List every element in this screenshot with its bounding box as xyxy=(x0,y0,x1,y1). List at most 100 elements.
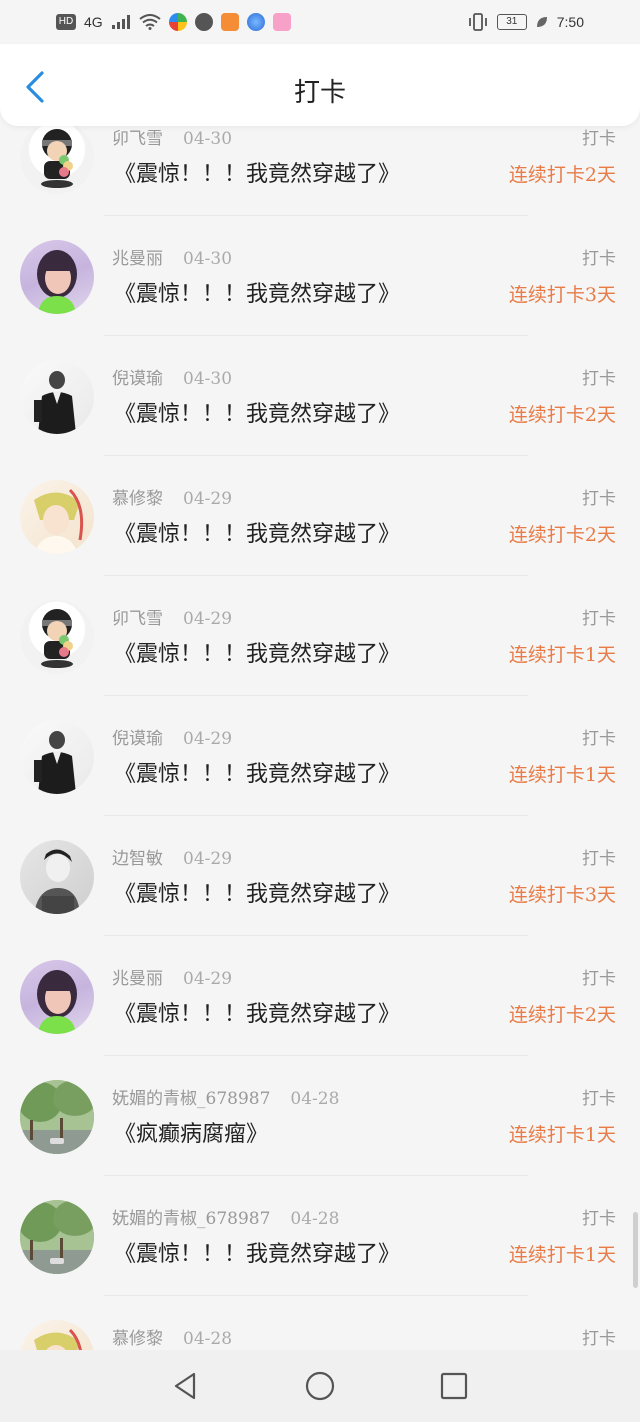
action-label: 打卡 xyxy=(582,1329,616,1349)
checkin-row[interactable]: 妩媚的青椒_678987 04-28 打卡《疯癫病腐瘤》 连续打卡1天 xyxy=(0,1056,640,1176)
user-name: 边智敏 xyxy=(112,849,163,869)
checkin-row[interactable]: 倪谟瑜 04-29 打卡《震惊！！！我竟然穿越了》 连续打卡1天 xyxy=(0,696,640,816)
checkin-row[interactable]: 卯飞雪 04-29 打卡《震惊！！！我竟然穿越了》 连续打卡1天 xyxy=(0,576,640,696)
signal-icon xyxy=(111,15,130,29)
streak-label: 连续打卡3天 xyxy=(508,884,616,906)
action-label: 打卡 xyxy=(582,609,616,629)
checkin-date: 04-29 xyxy=(183,849,233,869)
app-icon-wechat xyxy=(194,13,213,31)
avatar[interactable] xyxy=(20,1200,94,1274)
row-meta: 卯飞雪 04-29 xyxy=(112,604,232,629)
book-title: 《震惊！！！我竟然穿越了》 xyxy=(114,1002,401,1027)
checkin-date: 04-29 xyxy=(183,489,233,509)
book-title: 《震惊！！！我竟然穿越了》 xyxy=(114,402,401,427)
wifi-icon xyxy=(139,14,161,30)
checkin-date: 04-28 xyxy=(290,1209,340,1229)
page-title: 打卡 xyxy=(293,78,346,108)
checkin-date: 04-30 xyxy=(183,369,233,389)
system-navbar xyxy=(0,1350,640,1422)
checkin-rows: 卯飞雪 04-30 打卡 《震惊！！！我竟然穿越了》 连续打卡2天 兆曼丽 04-30 打卡《… xyxy=(0,126,640,1350)
network-indicator: 4G xyxy=(84,14,103,30)
row-meta: 兆曼丽 04-29 xyxy=(112,964,232,989)
checkin-date: 04-28 xyxy=(290,1089,340,1109)
checkin-row[interactable]: 兆曼丽 04-30 打卡《震惊！！！我竟然穿越了》 连续打卡3天 xyxy=(0,216,640,336)
checkin-row[interactable]: 妩媚的青椒_678987 04-28 打卡 《震惊！！！我竟然穿越了》 连续打卡1天 xyxy=(0,1176,640,1296)
scrollbar[interactable] xyxy=(633,1212,638,1288)
streak-label: 连续打卡2天 xyxy=(508,164,616,186)
header: 打卡 xyxy=(0,44,640,126)
avatar[interactable] xyxy=(20,600,94,674)
app-icon-pink xyxy=(272,13,291,31)
avatar[interactable] xyxy=(20,720,94,794)
avatar[interactable] xyxy=(20,1080,94,1154)
book-title: 《震惊！！！我竟然穿越了》 xyxy=(114,762,401,787)
checkin-row[interactable]: 慕修黎 04-29 打卡《震惊！！！我竟然穿越了》 连续打卡2天 xyxy=(0,456,640,576)
book-title: 《震惊！！！我竟然穿越了》 xyxy=(114,282,401,307)
row-meta: 倪谟瑜 04-30 xyxy=(112,364,232,389)
triangle-back-icon[interactable] xyxy=(168,1368,204,1404)
app-icon-browser xyxy=(168,13,187,31)
row-meta: 慕修黎 04-28 xyxy=(112,1324,232,1349)
streak-label: 连续打卡2天 xyxy=(508,1004,616,1026)
row-meta: 妩媚的青椒_678987 04-28 xyxy=(112,1084,339,1109)
user-name: 慕修黎 xyxy=(112,1329,163,1349)
clock: 7:50 xyxy=(556,14,584,30)
app-icon-video xyxy=(220,13,239,31)
checkin-row[interactable]: 边智敏 04-29 打卡 《震惊！！！我竟然穿越了》 连续打卡3天 xyxy=(0,816,640,936)
checkin-row[interactable]: 倪谟瑜 04-30 打卡 《震惊！！！我竟然穿越了》 连续打卡2天 xyxy=(0,336,640,456)
user-name: 倪谟瑜 xyxy=(112,729,163,749)
avatar[interactable] xyxy=(20,480,94,554)
row-meta: 兆曼丽 04-30 xyxy=(112,244,232,269)
user-name: 兆曼丽 xyxy=(112,249,163,269)
streak-label: 连续打卡3天 xyxy=(508,284,616,306)
book-title: 《震惊！！！我竟然穿越了》 xyxy=(114,1242,401,1267)
row-meta: 妩媚的青椒_678987 04-28 xyxy=(112,1204,339,1229)
status-right: 31 7:50 xyxy=(467,13,584,31)
avatar[interactable] xyxy=(20,840,94,914)
book-title: 《震惊！！！我竟然穿越了》 xyxy=(114,882,401,907)
checkin-row[interactable]: 兆曼丽 04-29 打卡《震惊！！！我竟然穿越了》 连续打卡2天 xyxy=(0,936,640,1056)
hd-indicator: HD xyxy=(56,14,76,30)
action-label: 打卡 xyxy=(582,129,616,149)
action-label: 打卡 xyxy=(582,969,616,989)
status-left: HD 4G xyxy=(56,13,291,31)
streak-label: 连续打卡1天 xyxy=(508,1244,616,1266)
checkin-date: 04-29 xyxy=(183,609,233,629)
checkin-date: 04-30 xyxy=(183,249,233,269)
user-name: 慕修黎 xyxy=(112,489,163,509)
book-title: 《疯癫病腐瘤》 xyxy=(114,1122,269,1147)
avatar[interactable] xyxy=(20,960,94,1034)
streak-label: 连续打卡1天 xyxy=(508,764,616,786)
row-meta: 倪谟瑜 04-29 xyxy=(112,724,232,749)
checkin-row[interactable]: 慕修黎 04-28 打卡 xyxy=(0,1296,640,1350)
checkin-date: 04-29 xyxy=(183,969,233,989)
streak-label: 连续打卡2天 xyxy=(508,524,616,546)
checkin-row[interactable]: 卯飞雪 04-30 打卡 《震惊！！！我竟然穿越了》 连续打卡2天 xyxy=(0,126,640,216)
user-name: 卯飞雪 xyxy=(112,129,163,149)
book-title: 《震惊！！！我竟然穿越了》 xyxy=(114,522,401,547)
action-label: 打卡 xyxy=(582,1089,616,1109)
circle-home-icon[interactable] xyxy=(302,1368,338,1404)
checkin-date: 04-30 xyxy=(183,129,233,149)
user-name: 妩媚的青椒_678987 xyxy=(112,1089,271,1109)
row-meta: 边智敏 04-29 xyxy=(112,844,232,869)
book-title: 《震惊！！！我竟然穿越了》 xyxy=(114,642,401,667)
user-name: 妩媚的青椒_678987 xyxy=(112,1209,271,1229)
action-label: 打卡 xyxy=(582,729,616,749)
streak-label: 连续打卡1天 xyxy=(508,644,616,666)
square-recents-icon[interactable] xyxy=(436,1368,472,1404)
row-meta: 卯飞雪 04-30 xyxy=(112,126,232,149)
row-meta: 慕修黎 04-29 xyxy=(112,484,232,509)
streak-label: 连续打卡1天 xyxy=(508,1124,616,1146)
avatar[interactable] xyxy=(20,1320,94,1350)
checkin-list[interactable]: 卯飞雪 04-30 打卡 《震惊！！！我竟然穿越了》 连续打卡2天 兆曼丽 04-30 打卡《… xyxy=(0,126,640,1350)
avatar[interactable] xyxy=(20,240,94,314)
action-label: 打卡 xyxy=(582,369,616,389)
avatar[interactable] xyxy=(20,126,94,194)
action-label: 打卡 xyxy=(582,249,616,269)
avatar[interactable] xyxy=(20,360,94,434)
action-label: 打卡 xyxy=(582,489,616,509)
checkin-date: 04-29 xyxy=(183,729,233,749)
user-name: 倪谟瑜 xyxy=(112,369,163,389)
vibrate-icon xyxy=(468,13,487,31)
